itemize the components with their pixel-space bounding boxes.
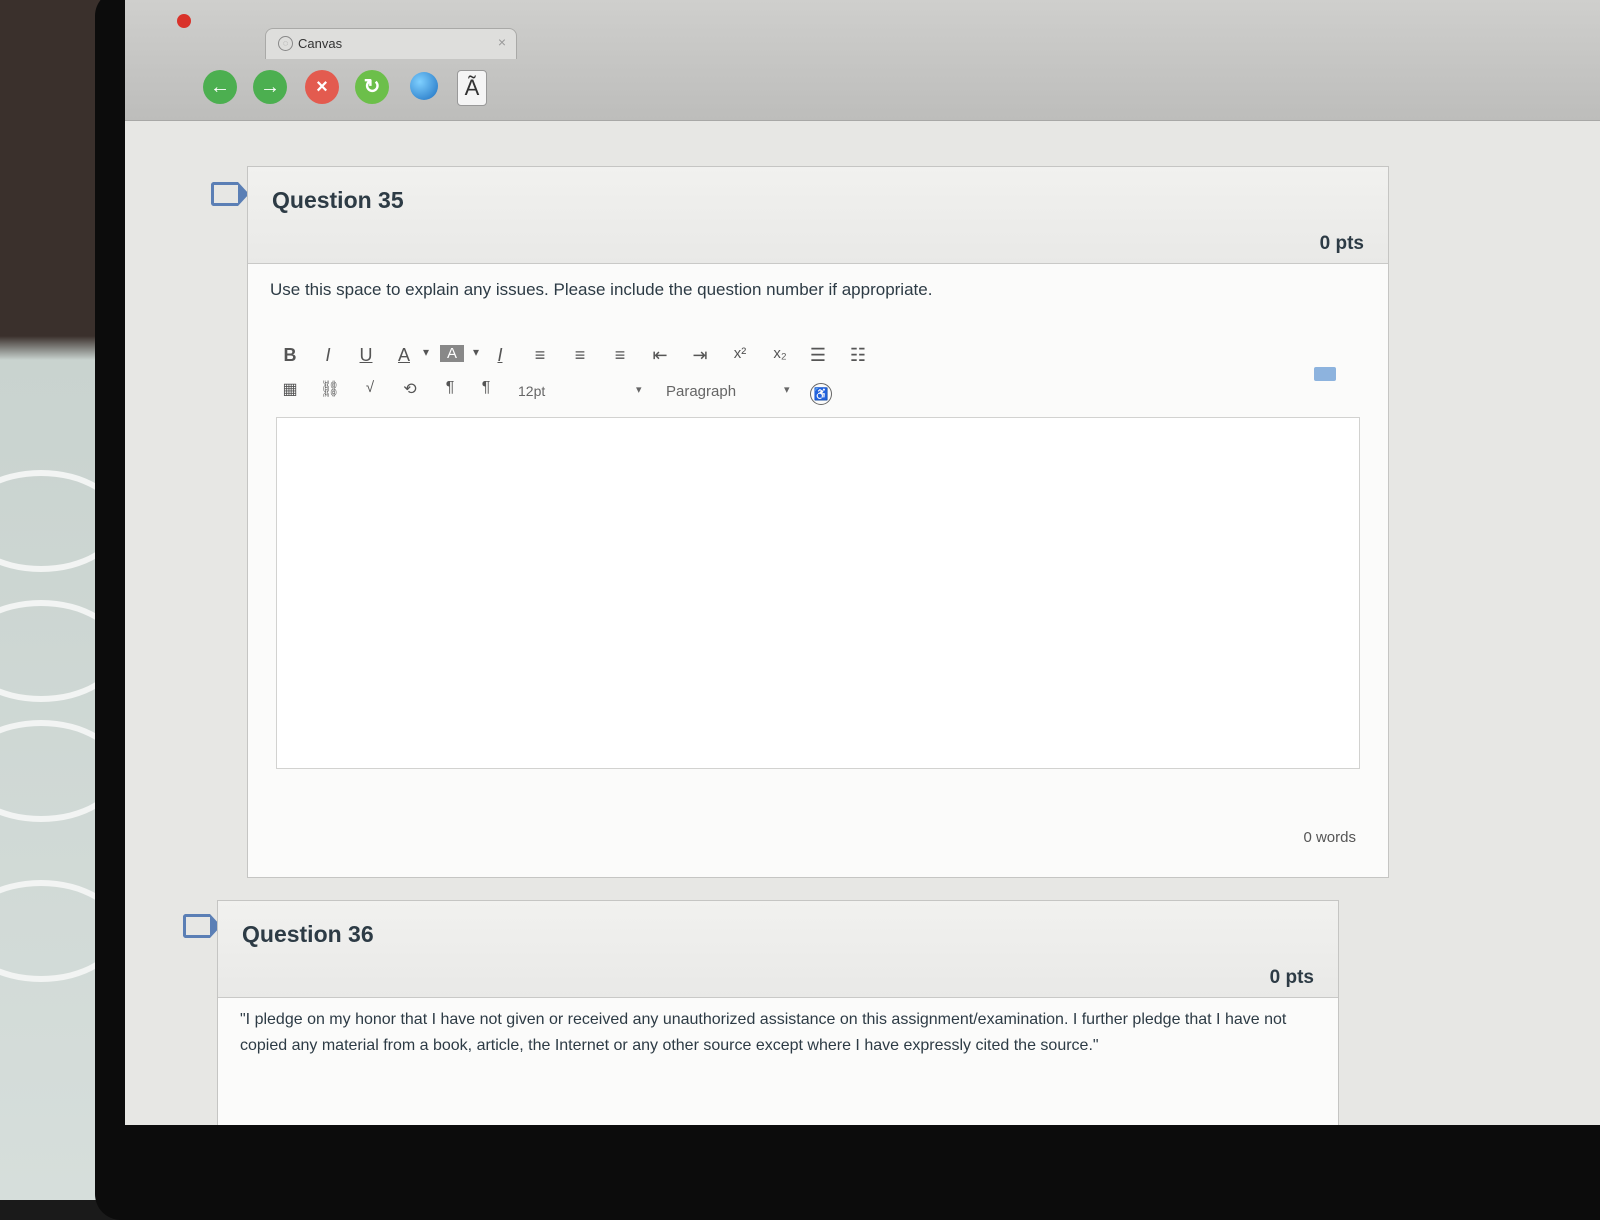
chevron-down-icon[interactable]: ▾	[464, 345, 488, 359]
question-points: 0 pts	[1319, 233, 1364, 254]
font-color-button[interactable]: A	[392, 345, 416, 366]
align-right-icon[interactable]: ≡	[608, 345, 632, 366]
question-prompt: "I pledge on my honor that I have not gi…	[240, 1011, 1287, 1054]
arrow-left-icon: ←	[210, 76, 230, 98]
outdent-icon[interactable]: ⇤	[648, 345, 672, 366]
background-color-button[interactable]: A	[440, 345, 464, 362]
chevron-down-icon[interactable]: ▾	[784, 383, 790, 396]
question-header: Question 36 0 pts	[218, 901, 1338, 998]
tab-close-icon[interactable]: ×	[498, 34, 506, 50]
keyboard-shortcuts-icon[interactable]	[1314, 367, 1336, 381]
bullet-list-icon[interactable]: ☰	[806, 345, 830, 366]
font-size-select[interactable]: 12pt	[518, 383, 545, 399]
rich-text-editor[interactable]	[276, 417, 1360, 769]
question-header: Question 35 0 pts	[248, 167, 1388, 264]
unlink-icon[interactable]: ⛓	[318, 379, 342, 399]
browser-chrome: ◌ Canvas × ← → × ↻ Ã	[125, 0, 1600, 121]
window-close-icon[interactable]	[177, 14, 191, 28]
embed-media-icon[interactable]: ⟲	[398, 379, 422, 399]
question-card: Question 36 0 pts "I pledge on my honor …	[217, 900, 1339, 1125]
word-count: 0 words	[1303, 829, 1356, 846]
bold-button[interactable]: B	[278, 345, 302, 366]
bookmark-flag-icon[interactable]	[211, 182, 249, 206]
numbered-list-icon[interactable]: ☷	[846, 345, 870, 366]
forward-button[interactable]: →	[253, 70, 287, 104]
browser-screen: ◌ Canvas × ← → × ↻ Ã Question 35 0 pts U…	[125, 0, 1600, 1125]
arrow-right-icon: →	[260, 76, 280, 98]
italic-button[interactable]: I	[316, 345, 340, 366]
math-equation-icon[interactable]: √	[358, 379, 382, 396]
rtl-direction-icon[interactable]: ¶	[474, 379, 498, 397]
block-format-select[interactable]: Paragraph	[666, 383, 736, 400]
ltr-direction-icon[interactable]: ¶	[438, 379, 462, 397]
align-left-icon[interactable]: ≡	[528, 345, 552, 366]
clear-formatting-button[interactable]: I	[488, 345, 512, 366]
back-button[interactable]: ←	[203, 70, 237, 104]
question-points: 0 pts	[1269, 967, 1314, 988]
question-title: Question 35	[272, 187, 404, 213]
chevron-down-icon[interactable]: ▾	[414, 345, 438, 359]
globe-icon[interactable]	[410, 72, 438, 100]
align-center-icon[interactable]: ≡	[568, 345, 592, 366]
stop-button[interactable]: ×	[305, 70, 339, 104]
close-icon: ×	[316, 76, 328, 98]
reload-button[interactable]: ↻	[355, 70, 389, 104]
question-card: Question 35 0 pts Use this space to expl…	[247, 166, 1389, 878]
superscript-button[interactable]: x²	[728, 345, 752, 362]
table-icon[interactable]: ▦	[278, 379, 302, 399]
question-title: Question 36	[242, 921, 374, 947]
question-prompt: Use this space to explain any issues. Pl…	[270, 280, 933, 299]
bookmark-flag-icon[interactable]	[183, 914, 221, 938]
underline-button[interactable]: U	[354, 345, 378, 366]
accessibility-checker-icon[interactable]: ♿	[810, 383, 832, 405]
refresh-icon: ↻	[363, 76, 381, 98]
tab-title: Canvas	[298, 36, 343, 51]
chevron-down-icon[interactable]: ▾	[636, 383, 642, 396]
canvas-favicon-icon: ◌	[278, 36, 293, 51]
browser-tab[interactable]: ◌ Canvas ×	[265, 28, 517, 59]
subscript-button[interactable]: x₂	[768, 345, 792, 362]
text-size-button[interactable]: Ã	[457, 70, 487, 106]
rich-text-toolbar: B I U A ▾ A ▾ I ≡ ≡ ≡ ⇤ ⇥ x² x₂ ☰ ☷ ▦ ⛓ …	[278, 343, 918, 413]
indent-icon[interactable]: ⇥	[688, 345, 712, 366]
